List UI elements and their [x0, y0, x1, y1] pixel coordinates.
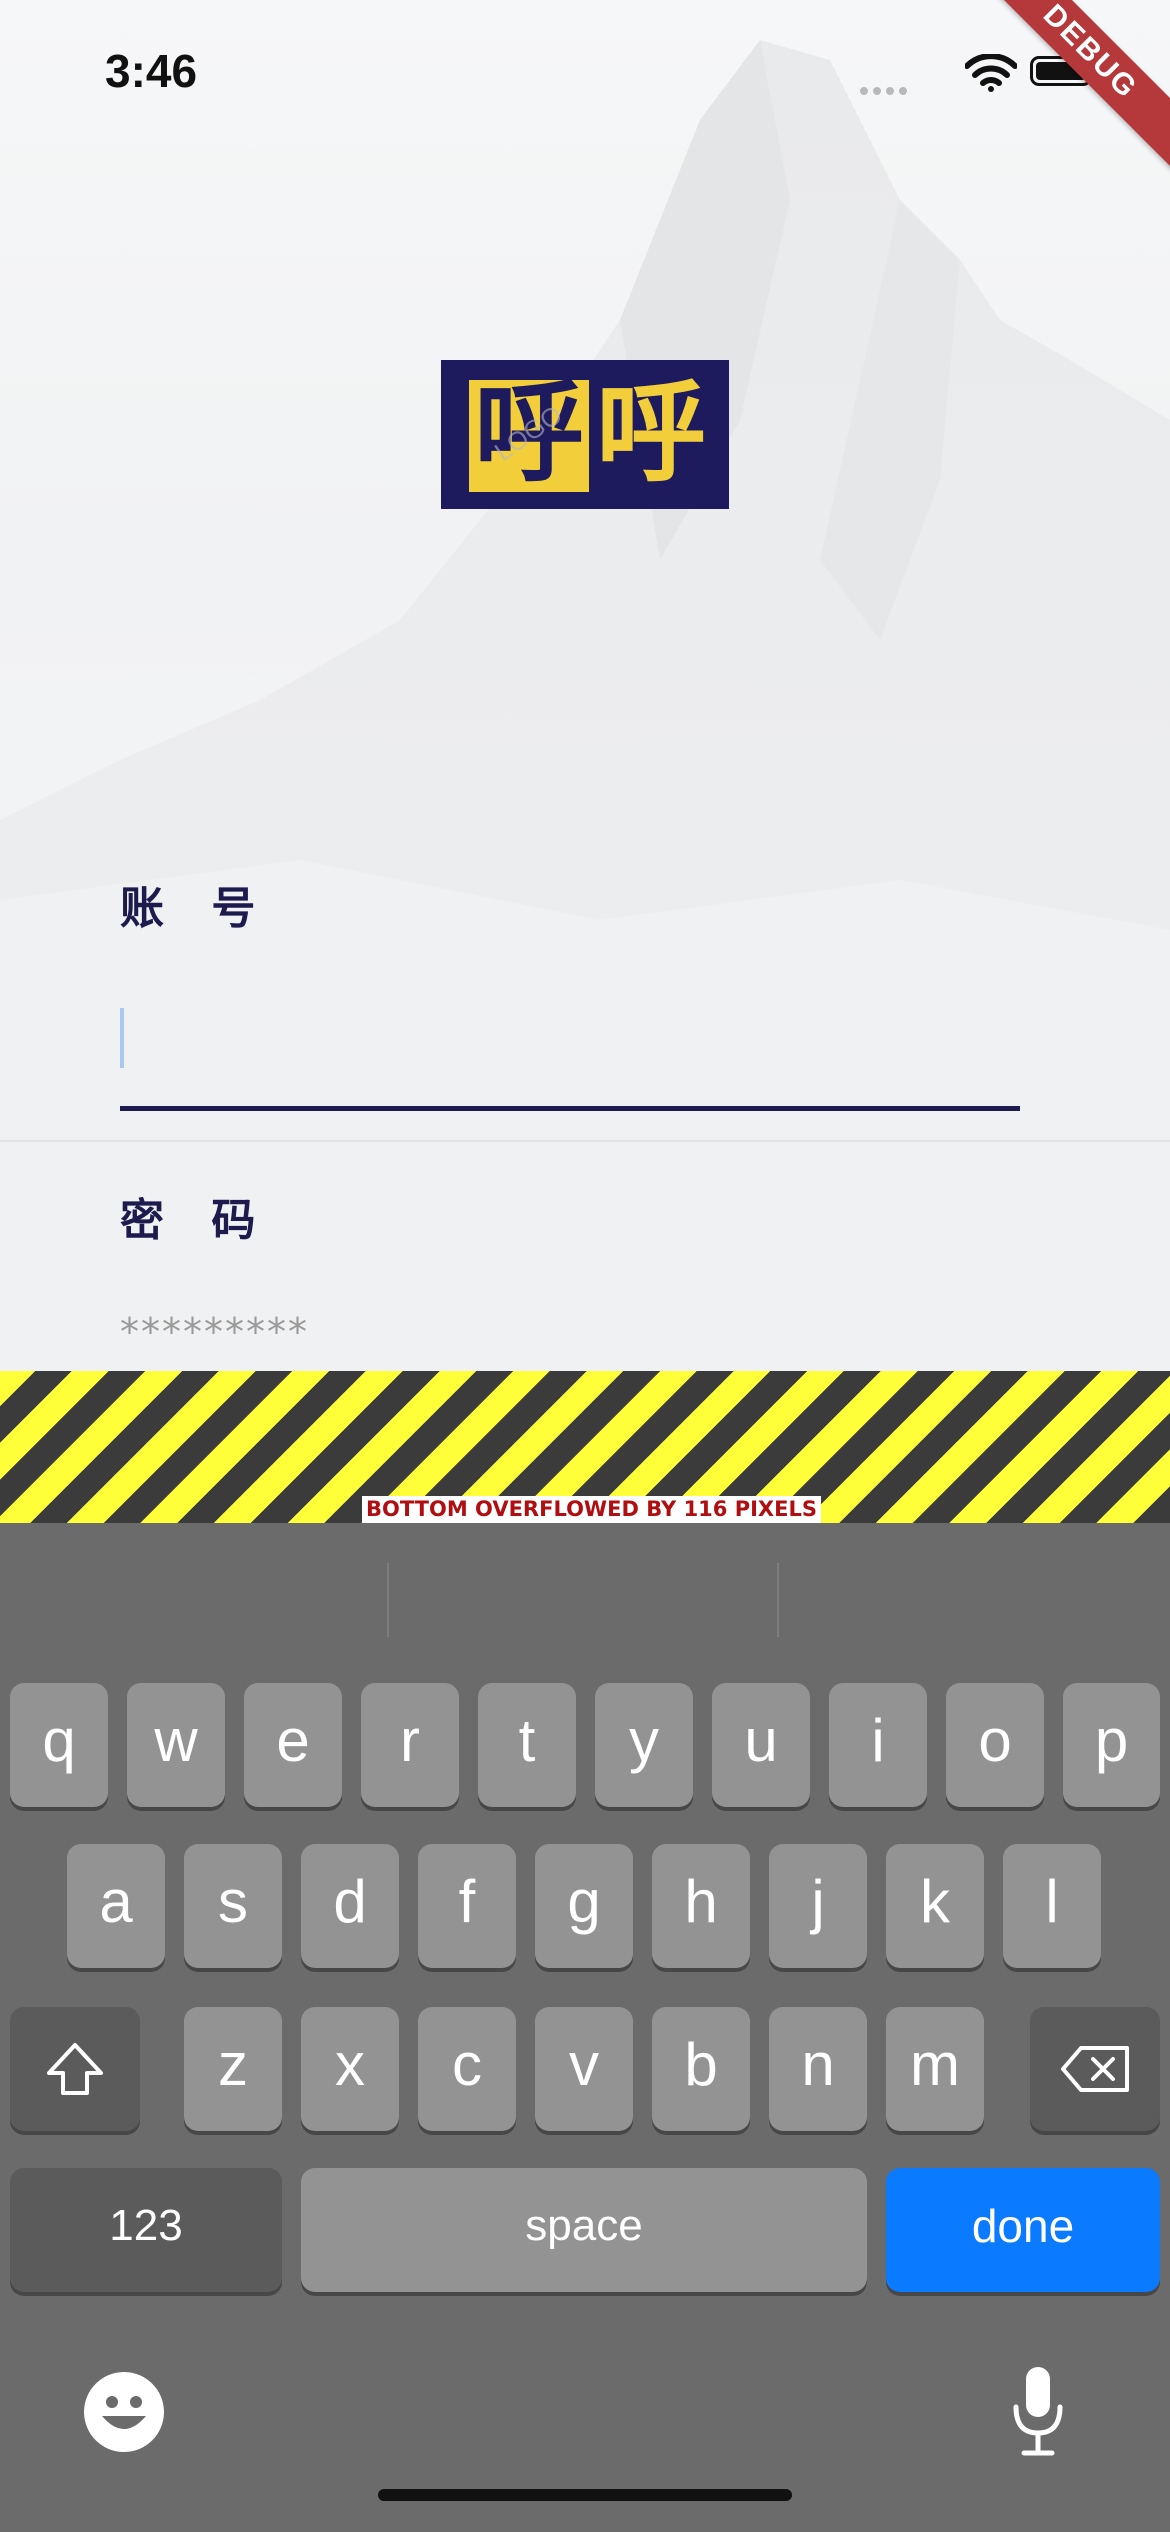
key-g[interactable]: g — [535, 1844, 633, 1968]
space-key[interactable]: space — [301, 2168, 867, 2292]
key-l[interactable]: l — [1003, 1844, 1101, 1968]
key-h[interactable]: h — [652, 1844, 750, 1968]
key-w[interactable]: w — [127, 1683, 225, 1807]
numbers-key[interactable]: 123 — [10, 2168, 282, 2292]
status-time: 3:46 — [105, 45, 198, 97]
account-label: 账 号 — [120, 883, 272, 934]
logo-char-right: 呼 — [596, 369, 706, 497]
key-e[interactable]: e — [244, 1683, 342, 1807]
key-k[interactable]: k — [886, 1844, 984, 1968]
key-z[interactable]: z — [184, 2007, 282, 2131]
key-m[interactable]: m — [886, 2007, 984, 2131]
key-q[interactable]: q — [10, 1683, 108, 1807]
key-i[interactable]: i — [829, 1683, 927, 1807]
key-b[interactable]: b — [652, 2007, 750, 2131]
delete-key[interactable] — [1030, 2007, 1160, 2131]
shift-key[interactable] — [10, 2007, 140, 2131]
done-key[interactable]: done — [886, 2168, 1160, 2292]
field-divider — [0, 1140, 1170, 1142]
emoji-icon[interactable] — [84, 2372, 164, 2452]
key-a[interactable]: a — [67, 1844, 165, 1968]
text-caret — [120, 1008, 124, 1068]
key-u[interactable]: u — [712, 1683, 810, 1807]
key-t[interactable]: t — [478, 1683, 576, 1807]
password-placeholder: ********* — [120, 1310, 309, 1354]
home-indicator[interactable] — [378, 2489, 792, 2501]
key-d[interactable]: d — [301, 1844, 399, 1968]
cellular-dots-icon — [860, 80, 912, 99]
password-label: 密 码 — [120, 1195, 272, 1246]
account-input[interactable] — [120, 1000, 1020, 1111]
key-o[interactable]: o — [946, 1683, 1044, 1807]
keyboard: q w e r t y u i o p a s d f g h j k l z … — [0, 1523, 1170, 2532]
suggestion-divider — [387, 1563, 389, 1637]
key-s[interactable]: s — [184, 1844, 282, 1968]
suggestion-divider — [777, 1563, 779, 1637]
microphone-icon[interactable] — [1010, 2365, 1066, 2461]
key-r[interactable]: r — [361, 1683, 459, 1807]
key-n[interactable]: n — [769, 2007, 867, 2131]
wifi-icon — [964, 53, 1018, 96]
key-j[interactable]: j — [769, 1844, 867, 1968]
key-p[interactable]: p — [1063, 1683, 1160, 1807]
key-x[interactable]: x — [301, 2007, 399, 2131]
background-mountain-image — [0, 0, 1170, 1380]
key-y[interactable]: y — [595, 1683, 693, 1807]
password-input[interactable]: ********* — [120, 1310, 1020, 1370]
app-logo: 呼 呼 LOGO — [441, 360, 729, 509]
overflow-warning-label: BOTTOM OVERFLOWED BY 116 PIXELS — [362, 1496, 821, 1523]
key-f[interactable]: f — [418, 1844, 516, 1968]
key-c[interactable]: c — [418, 2007, 516, 2131]
key-v[interactable]: v — [535, 2007, 633, 2131]
